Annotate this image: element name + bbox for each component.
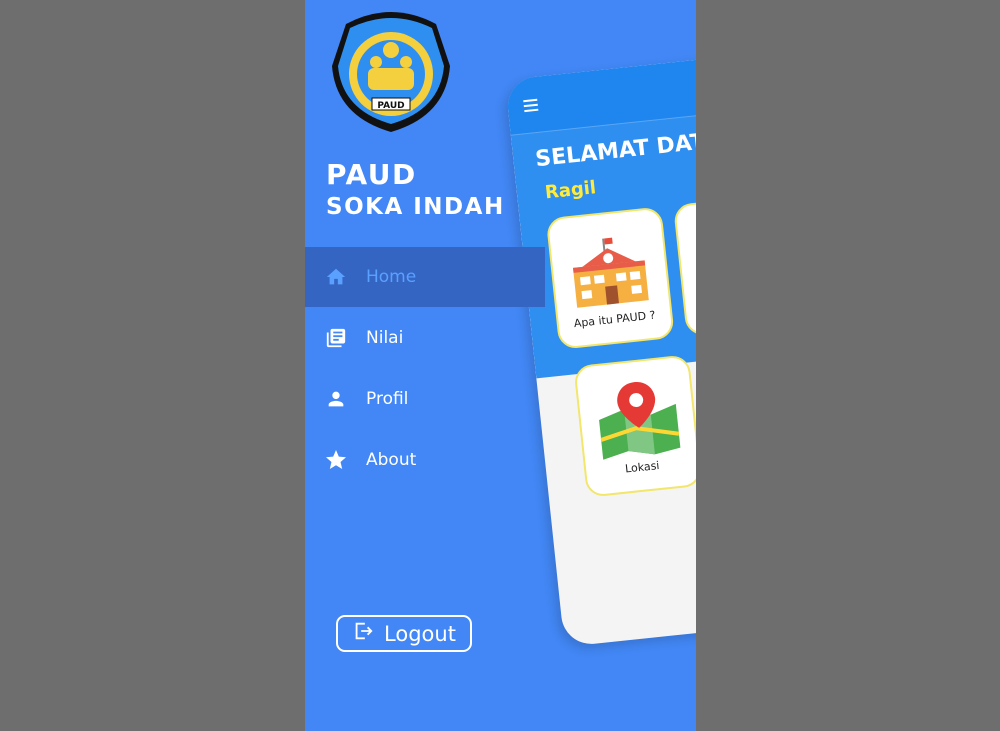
logout-label: Logout — [384, 621, 456, 646]
drawer-item-label: Profil — [366, 389, 409, 409]
person-icon — [324, 387, 348, 411]
drawer-item-label: Nilai — [366, 328, 404, 348]
star-icon — [324, 448, 348, 472]
drawer-item-label: About — [366, 450, 417, 470]
map-pin-icon — [599, 382, 681, 460]
logout-button[interactable]: Logout — [336, 615, 472, 652]
school-name-line2: SOKA INDAH — [326, 194, 505, 220]
drawer-item-profil[interactable]: Profil — [305, 369, 545, 429]
drawer-item-home[interactable]: Home — [305, 247, 545, 307]
drawer-item-label: Home — [366, 267, 417, 287]
card-apa-itu-paud[interactable]: Apa itu PAUD ? — [545, 206, 675, 350]
home-icon — [324, 265, 348, 289]
school-building-icon — [573, 237, 649, 308]
drawer-item-nilai[interactable]: Nilai — [305, 308, 545, 368]
card-label: Apa itu PAUD ? — [573, 308, 657, 331]
card-lokasi[interactable]: Lokasi — [573, 354, 696, 498]
school-logo: PAUD — [332, 12, 450, 132]
library-books-icon — [324, 326, 348, 350]
school-name-line1: PAUD — [326, 158, 417, 191]
drawer-item-about[interactable]: About — [305, 430, 545, 490]
hamburger-menu-icon[interactable] — [523, 98, 539, 115]
logout-icon — [352, 620, 374, 647]
logo-badge-text: PAUD — [377, 101, 404, 111]
